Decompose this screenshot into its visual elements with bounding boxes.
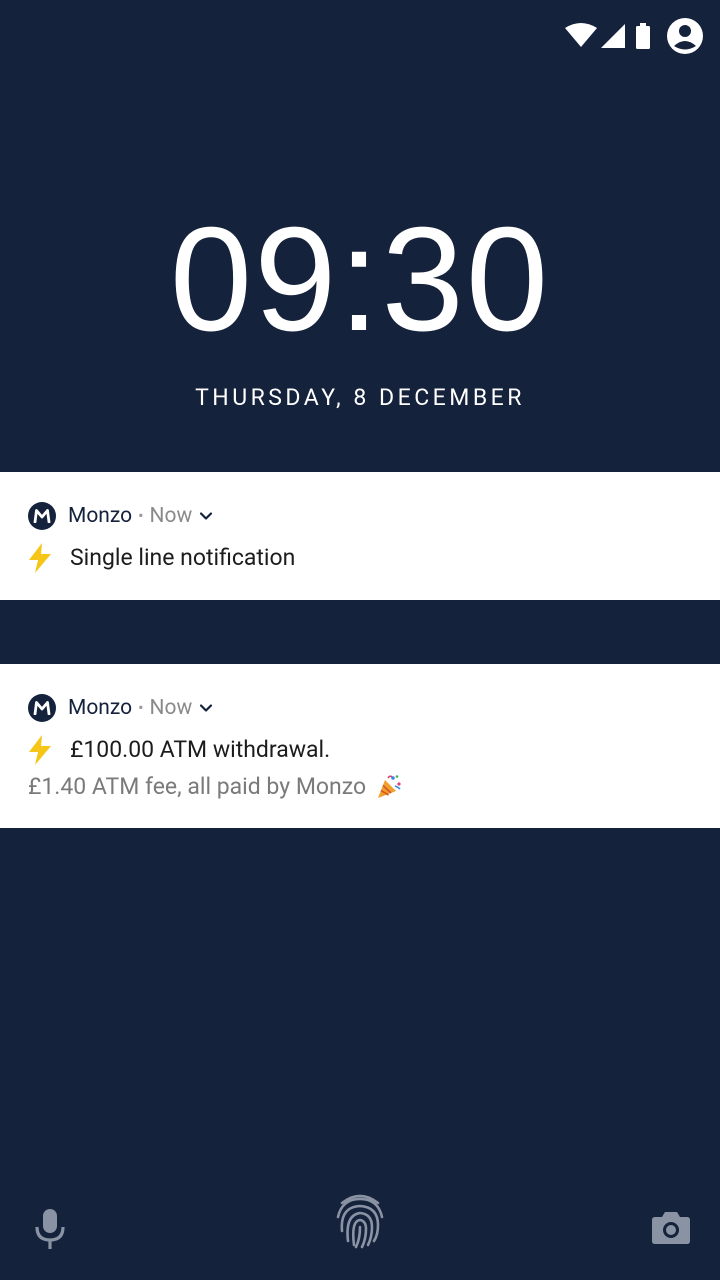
lightning-bolt-icon	[26, 735, 54, 765]
separator-dot: •	[138, 698, 144, 717]
lockscreen-date: THURSDAY, 8 DECEMBER	[195, 384, 525, 411]
status-bar	[564, 14, 704, 58]
notification-title-row: £100.00 ATM withdrawal.	[26, 733, 330, 767]
camera-icon[interactable]	[650, 1208, 692, 1248]
separator-dot: •	[138, 506, 144, 525]
notification-time: Now	[149, 696, 193, 720]
notification-body-text: £1.40 ATM fee, all paid by Monzo	[28, 773, 367, 800]
monzo-logo-icon	[28, 502, 56, 530]
notification-body: £1.40 ATM fee, all paid by Monzo	[28, 770, 402, 804]
notification-header: Monzo • Now	[28, 694, 213, 722]
fingerprint-icon[interactable]	[332, 1190, 388, 1250]
chevron-down-icon[interactable]	[199, 703, 213, 713]
lockscreen-clock: 09:30	[169, 197, 551, 362]
monzo-logo-icon	[28, 694, 56, 722]
notification-title: £100.00 ATM withdrawal.	[70, 736, 331, 763]
party-popper-icon	[376, 774, 402, 800]
wifi-icon	[564, 23, 598, 49]
notification-time: Now	[149, 504, 193, 528]
notification-card[interactable]: Monzo • Now £100.00 ATM withdrawal. £1.4…	[0, 664, 720, 828]
microphone-icon[interactable]	[30, 1206, 70, 1252]
app-name: Monzo	[68, 696, 133, 720]
notification-title: Single line notification	[70, 544, 296, 571]
notification-title-row: Single line notification	[26, 541, 295, 575]
lightning-bolt-icon	[26, 543, 54, 573]
account-icon[interactable]	[666, 17, 704, 55]
notification-header: Monzo • Now	[28, 502, 213, 530]
notification-card[interactable]: Monzo • Now Single line notification	[0, 472, 720, 600]
chevron-down-icon[interactable]	[199, 511, 213, 521]
app-name: Monzo	[68, 504, 133, 528]
battery-icon	[636, 23, 650, 49]
signal-icon	[600, 23, 626, 49]
